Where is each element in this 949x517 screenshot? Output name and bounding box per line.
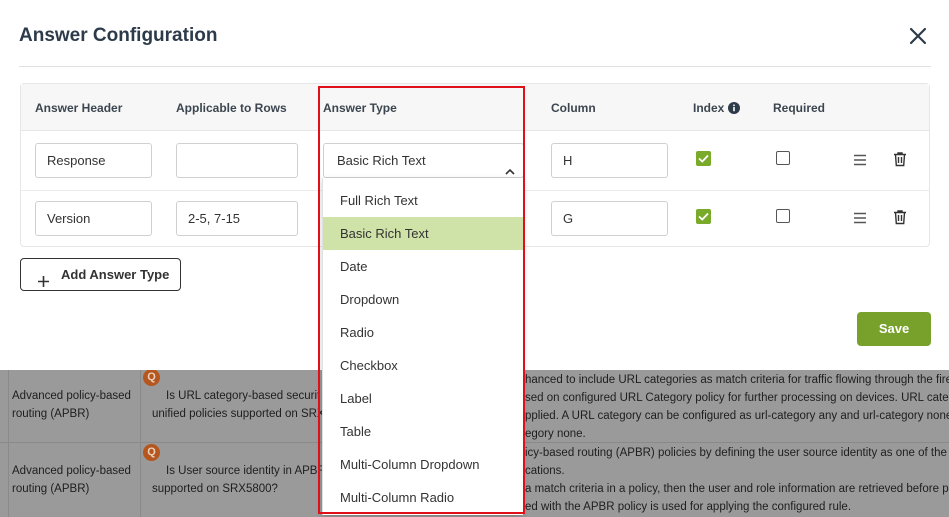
column-header-answer-type: Answer Type [323, 101, 397, 115]
dropdown-option[interactable]: Dropdown [323, 283, 524, 316]
delete-icon[interactable] [892, 209, 908, 225]
dropdown-option[interactable]: Radio [323, 316, 524, 349]
bg-question: Is User source identity in APBR [166, 465, 326, 477]
save-button[interactable]: Save [857, 312, 931, 346]
dropdown-option[interactable]: Label [323, 382, 524, 415]
bg-question: unified policies supported on SRX [152, 408, 325, 420]
question-badge-icon: Q [143, 444, 160, 461]
bg-category: routing (APBR) [12, 483, 90, 495]
bg-category: routing (APBR) [12, 408, 90, 420]
chevron-up-icon [505, 156, 515, 175]
bg-column-divider [8, 370, 9, 517]
dropdown-option[interactable]: Multi-Column Radio [323, 481, 524, 514]
index-checkbox-checked[interactable] [696, 209, 711, 224]
bg-answer: pplied. A URL category can be configured… [525, 410, 949, 422]
bg-column-divider [140, 370, 141, 517]
required-checkbox[interactable] [776, 209, 790, 223]
table-header: Answer Header Applicable to Rows Answer … [21, 84, 929, 131]
bg-answer: egory none. [525, 428, 586, 440]
dropdown-option[interactable]: Date [323, 250, 524, 283]
dropdown-option-selected[interactable]: Basic Rich Text [323, 217, 524, 250]
column-input[interactable]: G [551, 201, 668, 236]
add-answer-type-button[interactable]: Add Answer Type [20, 258, 181, 291]
close-icon[interactable] [906, 24, 930, 48]
bg-question: supported on SRX5800? [152, 483, 278, 495]
column-header-applicable-rows: Applicable to Rows [176, 101, 287, 115]
dropdown-option[interactable]: Full Rich Text [323, 184, 524, 217]
dropdown-option[interactable]: Checkbox [323, 349, 524, 382]
answer-header-input[interactable]: Response [35, 143, 152, 178]
bg-question: Is URL category-based securit [166, 390, 321, 402]
modal-title: Answer Configuration [19, 25, 218, 46]
bg-answer: a match criteria in a policy, then the u… [525, 483, 949, 495]
drag-handle-icon[interactable] [852, 210, 868, 226]
bg-answer: icy-based routing (APBR) policies by def… [525, 447, 949, 459]
delete-icon[interactable] [892, 151, 908, 167]
dropdown-option[interactable]: Multi-Column Dropdown [323, 448, 524, 481]
bg-category: Advanced policy-based [12, 390, 131, 402]
applicable-rows-input[interactable]: 2-5, 7-15 [176, 201, 298, 236]
applicable-rows-input[interactable] [176, 143, 298, 178]
column-header-required: Required [773, 101, 826, 115]
plus-icon [37, 268, 50, 287]
bg-answer: ed with the APBR policy is used for appl… [525, 501, 852, 513]
column-input[interactable]: H [551, 143, 668, 178]
info-icon[interactable] [728, 101, 740, 114]
index-checkbox-checked[interactable] [696, 151, 711, 166]
answer-type-select[interactable]: Basic Rich Text [323, 143, 524, 178]
bg-category: Advanced policy-based [12, 465, 131, 477]
title-divider [19, 66, 931, 67]
bg-answer: hanced to include URL categories as matc… [525, 374, 949, 386]
drag-handle-icon[interactable] [852, 152, 868, 168]
answer-type-dropdown-menu: Full Rich Text Basic Rich Text Date Drop… [322, 178, 524, 515]
dropdown-option[interactable]: Table [323, 415, 524, 448]
column-header-index: Index [693, 101, 725, 115]
column-header-column: Column [551, 101, 596, 115]
bg-answer: cations. [525, 465, 565, 477]
answer-type-select-value: Basic Rich Text [337, 153, 426, 168]
question-badge-icon: Q [143, 370, 160, 386]
required-checkbox[interactable] [776, 151, 790, 165]
add-answer-type-label: Add Answer Type [61, 267, 170, 282]
answer-header-input[interactable]: Version [35, 201, 152, 236]
bg-answer: sed on configured URL Category policy fo… [525, 392, 949, 404]
column-header-answer-header: Answer Header [35, 101, 123, 115]
